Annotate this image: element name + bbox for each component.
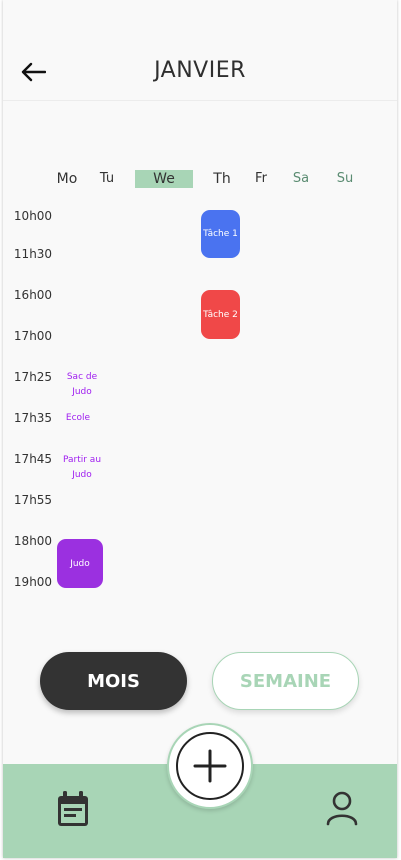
note-partir-au-judo[interactable]: Partir au Judo (55, 453, 109, 483)
time-label: 17h25 (13, 370, 53, 384)
plus-icon (193, 749, 227, 783)
page-title: JANVIER (154, 58, 246, 83)
time-label: 17h35 (13, 411, 53, 425)
header: JANVIER (3, 0, 397, 101)
day-sa[interactable]: Sa (288, 170, 314, 188)
time-label: 10h00 (13, 209, 53, 223)
event-judo[interactable]: Judo (57, 539, 103, 588)
event-tache-1[interactable]: Tâche 1 (201, 210, 240, 258)
week-view-button[interactable]: SEMAINE (212, 652, 359, 710)
day-mo[interactable]: Mo (52, 170, 82, 188)
note-ecole[interactable]: Ecole (55, 411, 101, 426)
time-label: 18h00 (13, 534, 53, 548)
day-fr[interactable]: Fr (250, 170, 272, 188)
time-label: 16h00 (13, 288, 53, 302)
event-tache-2[interactable]: Tâche 2 (201, 290, 240, 339)
phone-screen: JANVIER Mo Tu We Th Fr Sa Su 10h00 11h30… (3, 0, 397, 858)
time-label: 17h00 (13, 329, 53, 343)
user-icon[interactable] (325, 790, 359, 826)
note-line: Ecole (65, 413, 91, 423)
day-we[interactable]: We (135, 170, 193, 188)
calendar-icon[interactable] (55, 789, 91, 829)
time-label: 17h45 (13, 452, 53, 466)
note-sac-de-judo[interactable]: Sac de Judo (55, 370, 109, 400)
time-label: 17h55 (13, 493, 53, 507)
month-view-button[interactable]: MOIS (40, 652, 187, 710)
add-button-circle (176, 732, 244, 800)
day-su[interactable]: Su (332, 170, 358, 188)
note-line: Partir au (62, 455, 102, 465)
time-label: 19h00 (13, 575, 53, 589)
note-line: Sac de (66, 372, 98, 382)
add-button[interactable] (167, 723, 253, 809)
time-label: 11h30 (13, 247, 53, 261)
day-th[interactable]: Th (208, 170, 236, 188)
day-tu[interactable]: Tu (95, 170, 119, 188)
note-line: Judo (72, 470, 92, 480)
note-line: Judo (72, 387, 92, 397)
